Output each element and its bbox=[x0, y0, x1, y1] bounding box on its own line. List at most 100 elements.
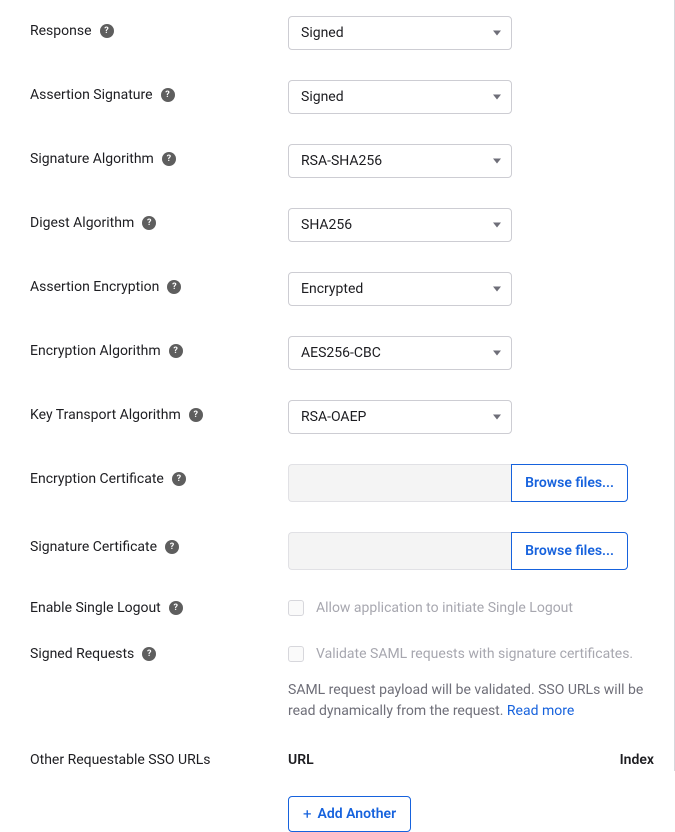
select-assertion-signature[interactable]: Signed bbox=[288, 80, 512, 114]
label-enable-single-logout: Enable Single Logout bbox=[30, 600, 161, 616]
control-wrap: URL Index + Add Another bbox=[288, 752, 654, 832]
label-wrap: Signature Algorithm ? bbox=[30, 144, 288, 167]
row-enable-single-logout: Enable Single Logout ? Allow application… bbox=[30, 600, 654, 616]
control-wrap: Validate SAML requests with signature ce… bbox=[288, 646, 654, 722]
chevron-down-icon bbox=[493, 159, 501, 164]
file-display bbox=[288, 532, 511, 570]
select-value: Encrypted bbox=[301, 281, 363, 297]
browse-files-button[interactable]: Browse files... bbox=[511, 464, 628, 502]
label-digest-algorithm: Digest Algorithm bbox=[30, 215, 134, 231]
chevron-down-icon bbox=[493, 351, 501, 356]
chevron-down-icon bbox=[493, 95, 501, 100]
select-encryption-algorithm[interactable]: AES256-CBC bbox=[288, 336, 512, 370]
label-wrap: Digest Algorithm ? bbox=[30, 208, 288, 231]
checkbox-row: Allow application to initiate Single Log… bbox=[288, 600, 654, 616]
checkbox-row: Validate SAML requests with signature ce… bbox=[288, 646, 654, 662]
help-icon[interactable]: ? bbox=[165, 540, 179, 554]
file-picker-encryption-certificate: Browse files... bbox=[288, 464, 628, 502]
help-icon[interactable]: ? bbox=[172, 472, 186, 486]
label-assertion-encryption: Assertion Encryption bbox=[30, 279, 159, 295]
select-value: SHA256 bbox=[301, 217, 352, 233]
row-key-transport-algorithm: Key Transport Algorithm ? RSA-OAEP bbox=[30, 400, 654, 434]
label-wrap: Assertion Signature ? bbox=[30, 80, 288, 103]
control-wrap: Signed bbox=[288, 16, 654, 50]
label-response: Response bbox=[30, 23, 92, 39]
label-wrap: Encryption Algorithm ? bbox=[30, 336, 288, 359]
browse-label: Browse files... bbox=[525, 543, 614, 559]
select-value: RSA-OAEP bbox=[301, 409, 366, 425]
select-signature-algorithm[interactable]: RSA-SHA256 bbox=[288, 144, 512, 178]
control-wrap: Allow application to initiate Single Log… bbox=[288, 600, 654, 616]
checkbox-label: Validate SAML requests with signature ce… bbox=[316, 646, 633, 662]
description-text: SAML request payload will be validated. … bbox=[288, 682, 643, 719]
col-url-header: URL bbox=[288, 752, 609, 768]
control-wrap: RSA-OAEP bbox=[288, 400, 654, 434]
control-wrap: Signed bbox=[288, 80, 654, 114]
col-index-header: Index bbox=[609, 752, 654, 768]
help-icon[interactable]: ? bbox=[167, 280, 181, 294]
help-icon[interactable]: ? bbox=[142, 216, 156, 230]
label-encryption-algorithm: Encryption Algorithm bbox=[30, 343, 161, 359]
help-icon[interactable]: ? bbox=[100, 24, 114, 38]
checkbox-label: Allow application to initiate Single Log… bbox=[316, 600, 573, 616]
row-encryption-certificate: Encryption Certificate ? Browse files... bbox=[30, 464, 654, 502]
label-signature-certificate: Signature Certificate bbox=[30, 539, 157, 555]
control-wrap: Encrypted bbox=[288, 272, 654, 306]
file-picker-signature-certificate: Browse files... bbox=[288, 532, 628, 570]
row-assertion-signature: Assertion Signature ? Signed bbox=[30, 80, 654, 114]
label-wrap: Encryption Certificate ? bbox=[30, 464, 288, 487]
label-key-transport-algorithm: Key Transport Algorithm bbox=[30, 407, 181, 423]
signed-requests-description: SAML request payload will be validated. … bbox=[288, 680, 654, 722]
browse-label: Browse files... bbox=[525, 475, 614, 491]
label-signature-algorithm: Signature Algorithm bbox=[30, 151, 154, 167]
read-more-link[interactable]: Read more bbox=[507, 703, 574, 719]
label-wrap: Enable Single Logout ? bbox=[30, 600, 288, 616]
control-wrap: Browse files... bbox=[288, 532, 654, 570]
help-icon[interactable]: ? bbox=[161, 88, 175, 102]
help-icon[interactable]: ? bbox=[169, 344, 183, 358]
browse-files-button[interactable]: Browse files... bbox=[511, 532, 628, 570]
file-display bbox=[288, 464, 511, 502]
chevron-down-icon bbox=[493, 415, 501, 420]
control-wrap: SHA256 bbox=[288, 208, 654, 242]
sso-urls-table-header: URL Index bbox=[288, 752, 654, 768]
select-response[interactable]: Signed bbox=[288, 16, 512, 50]
checkbox-enable-single-logout[interactable] bbox=[288, 600, 304, 616]
select-assertion-encryption[interactable]: Encrypted bbox=[288, 272, 512, 306]
row-digest-algorithm: Digest Algorithm ? SHA256 bbox=[30, 208, 654, 242]
help-icon[interactable]: ? bbox=[169, 601, 183, 615]
row-response: Response ? Signed bbox=[30, 16, 654, 50]
label-wrap: Signature Certificate ? bbox=[30, 532, 288, 555]
label-other-sso-urls: Other Requestable SSO URLs bbox=[30, 752, 211, 768]
label-wrap: Other Requestable SSO URLs bbox=[30, 752, 288, 768]
checkbox-signed-requests[interactable] bbox=[288, 646, 304, 662]
row-encryption-algorithm: Encryption Algorithm ? AES256-CBC bbox=[30, 336, 654, 370]
label-wrap: Assertion Encryption ? bbox=[30, 272, 288, 295]
row-signed-requests: Signed Requests ? Validate SAML requests… bbox=[30, 646, 654, 722]
select-value: Signed bbox=[301, 25, 344, 41]
label-assertion-signature: Assertion Signature bbox=[30, 87, 153, 103]
plus-icon: + bbox=[303, 807, 312, 822]
select-value: AES256-CBC bbox=[301, 345, 381, 361]
help-icon[interactable]: ? bbox=[142, 647, 156, 661]
row-signature-certificate: Signature Certificate ? Browse files... bbox=[30, 532, 654, 570]
chevron-down-icon bbox=[493, 31, 501, 36]
control-wrap: AES256-CBC bbox=[288, 336, 654, 370]
chevron-down-icon bbox=[493, 223, 501, 228]
select-key-transport-algorithm[interactable]: RSA-OAEP bbox=[288, 400, 512, 434]
label-signed-requests: Signed Requests bbox=[30, 646, 134, 662]
add-another-label: Add Another bbox=[318, 806, 397, 822]
control-wrap: Browse files... bbox=[288, 464, 654, 502]
help-icon[interactable]: ? bbox=[189, 408, 203, 422]
select-digest-algorithm[interactable]: SHA256 bbox=[288, 208, 512, 242]
select-value: RSA-SHA256 bbox=[301, 153, 382, 169]
control-wrap: RSA-SHA256 bbox=[288, 144, 654, 178]
row-assertion-encryption: Assertion Encryption ? Encrypted bbox=[30, 272, 654, 306]
row-signature-algorithm: Signature Algorithm ? RSA-SHA256 bbox=[30, 144, 654, 178]
label-encryption-certificate: Encryption Certificate bbox=[30, 471, 164, 487]
add-another-button[interactable]: + Add Another bbox=[288, 796, 411, 832]
select-value: Signed bbox=[301, 89, 344, 105]
label-wrap: Response ? bbox=[30, 16, 288, 39]
help-icon[interactable]: ? bbox=[162, 152, 176, 166]
row-other-sso-urls: Other Requestable SSO URLs URL Index + A… bbox=[30, 752, 654, 832]
